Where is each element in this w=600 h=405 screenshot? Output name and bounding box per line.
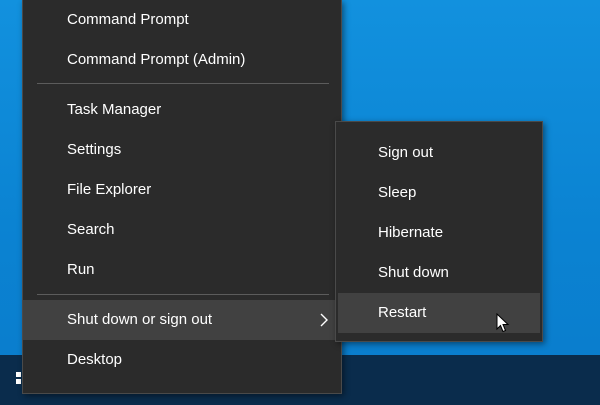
menu-item-command-prompt-admin[interactable]: Command Prompt (Admin) — [23, 40, 341, 80]
submenu-item-shut-down[interactable]: Shut down — [338, 253, 540, 293]
menu-item-desktop[interactable]: Desktop — [23, 340, 341, 380]
menu-item-search[interactable]: Search — [23, 210, 341, 250]
chevron-right-icon — [320, 313, 328, 327]
mouse-pointer-icon — [496, 313, 510, 333]
menu-item-task-manager[interactable]: Task Manager — [23, 90, 341, 130]
menu-item-settings[interactable]: Settings — [23, 130, 341, 170]
menu-item-label: Shut down or sign out — [67, 311, 213, 328]
shut-down-submenu: Sign out Sleep Hibernate Shut down Resta… — [335, 121, 543, 342]
submenu-item-hibernate[interactable]: Hibernate — [338, 213, 540, 253]
submenu-item-sign-out[interactable]: Sign out — [338, 133, 540, 173]
submenu-item-sleep[interactable]: Sleep — [338, 173, 540, 213]
menu-item-command-prompt[interactable]: Command Prompt — [23, 0, 341, 40]
power-user-menu: Command Prompt Command Prompt (Admin) Ta… — [22, 0, 342, 394]
menu-item-shut-down-or-sign-out[interactable]: Shut down or sign out — [23, 300, 341, 340]
menu-separator — [37, 83, 329, 84]
menu-item-run[interactable]: Run — [23, 250, 341, 290]
menu-separator — [37, 294, 329, 295]
menu-item-file-explorer[interactable]: File Explorer — [23, 170, 341, 210]
